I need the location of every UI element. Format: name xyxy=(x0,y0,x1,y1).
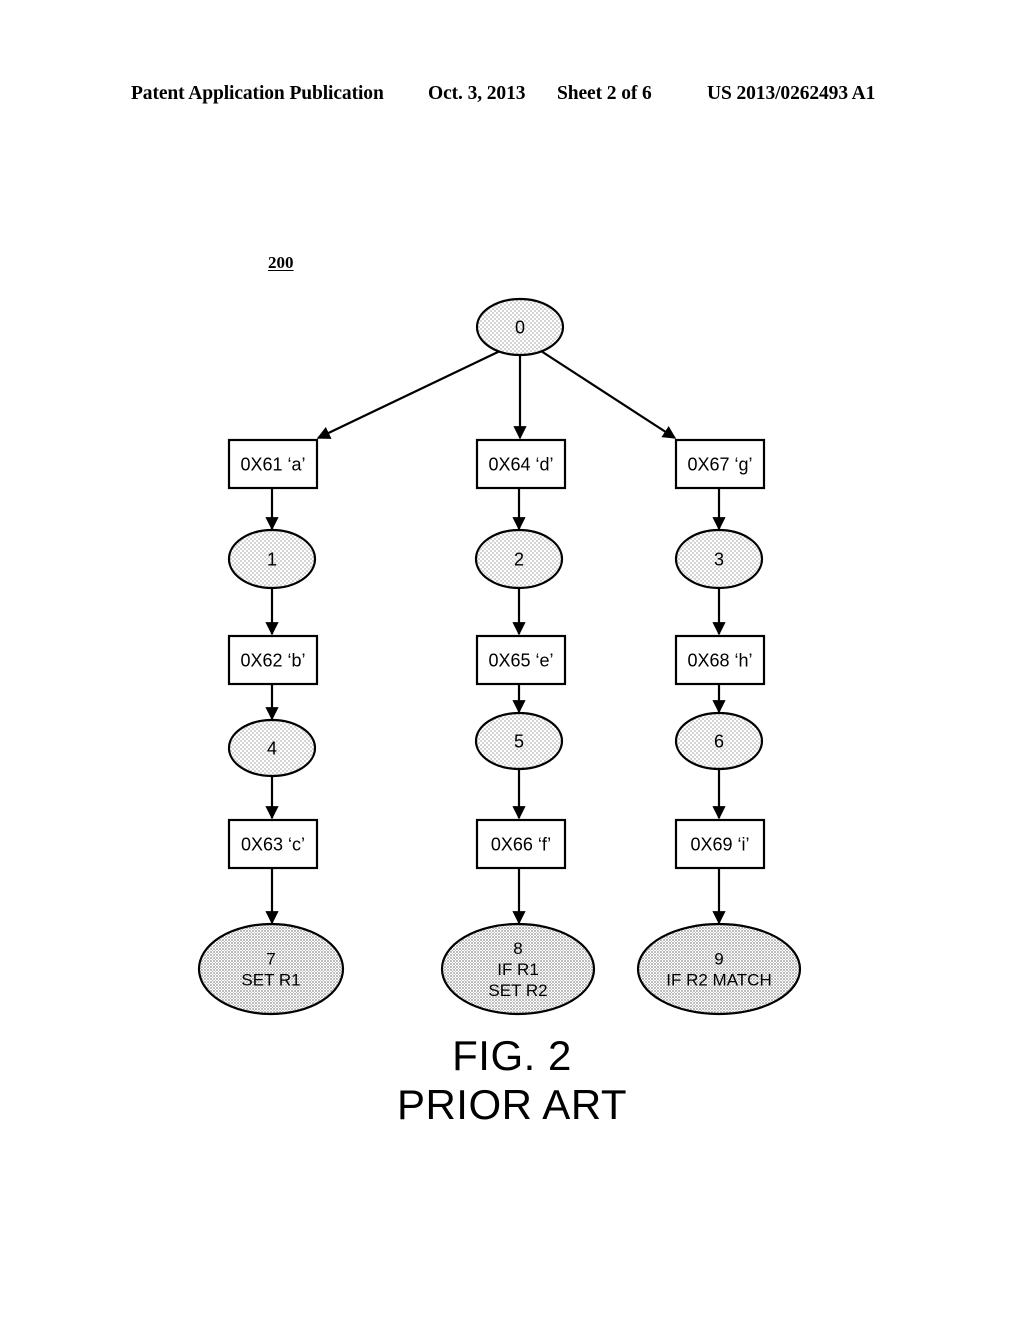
node-label: 0X62 ‘b’ xyxy=(240,650,305,670)
figure-caption: FIG. 2 PRIOR ART xyxy=(0,1032,1024,1129)
node-label: 0X64 ‘d’ xyxy=(488,454,553,474)
node-label: 7 xyxy=(266,949,275,968)
node-label: 1 xyxy=(267,549,277,569)
node-label: 0X68 ‘h’ xyxy=(687,650,752,670)
byte-match-box[interactable]: 0X64 ‘d’ xyxy=(475,438,567,490)
node-label: 3 xyxy=(714,549,724,569)
state-node[interactable]: 0 xyxy=(475,297,565,357)
node-label: 0X66 ‘f’ xyxy=(491,834,551,854)
state-node[interactable]: 9 IF R2 MATCH xyxy=(636,922,802,1016)
node-label: 9 xyxy=(714,949,723,968)
byte-match-box[interactable]: 0X67 ‘g’ xyxy=(674,438,766,490)
node-label: 0X65 ‘e’ xyxy=(488,650,553,670)
node-label: 5 xyxy=(514,731,524,751)
edge-n0-to-b_a xyxy=(316,350,501,439)
node-label: 2 xyxy=(514,549,524,569)
state-node[interactable]: 3 xyxy=(674,528,764,590)
state-node[interactable]: 6 xyxy=(674,711,764,771)
node-label: 4 xyxy=(267,738,277,758)
node-label: 0X69 ‘i’ xyxy=(690,834,749,854)
node-label: SET R2 xyxy=(488,981,547,1000)
node-label: 0X67 ‘g’ xyxy=(687,454,752,474)
node-label: IF R1 xyxy=(497,960,539,979)
node-label: IF R2 MATCH xyxy=(666,970,771,989)
state-node[interactable]: 4 xyxy=(227,718,317,778)
node-label: SET R1 xyxy=(241,970,300,989)
state-node[interactable]: 8 IF R1 SET R2 xyxy=(440,922,596,1016)
state-node[interactable]: 1 xyxy=(227,528,317,590)
byte-match-box[interactable]: 0X69 ‘i’ xyxy=(674,818,766,870)
node-label: 0X63 ‘c’ xyxy=(241,834,305,854)
state-node[interactable]: 7 SET R1 xyxy=(197,922,345,1016)
byte-match-box[interactable]: 0X65 ‘e’ xyxy=(475,634,567,686)
byte-match-box[interactable]: 0X62 ‘b’ xyxy=(227,634,319,686)
figure-caption-line2: PRIOR ART xyxy=(396,1080,628,1128)
byte-match-box[interactable]: 0X63 ‘c’ xyxy=(227,818,319,870)
node-label: 8 xyxy=(513,939,522,958)
node-label: 6 xyxy=(714,731,724,751)
byte-match-box[interactable]: 0X66 ‘f’ xyxy=(475,818,567,870)
node-label: 0 xyxy=(515,317,525,337)
byte-match-box[interactable]: 0X68 ‘h’ xyxy=(674,634,766,686)
state-node[interactable]: 2 xyxy=(474,528,564,590)
edge-n0-to-b_g xyxy=(540,350,677,439)
node-label: 0X61 ‘a’ xyxy=(240,454,305,474)
figure-caption-line1: FIG. 2 xyxy=(452,1032,572,1079)
byte-match-box[interactable]: 0X61 ‘a’ xyxy=(227,438,319,490)
node-layer: 0 0X61 ‘a’ 0X64 ‘d’ 0X67 ‘g’ 1 2 3 0X62 ‘b’ 0X65… xyxy=(197,297,802,1016)
state-node[interactable]: 5 xyxy=(474,711,564,771)
